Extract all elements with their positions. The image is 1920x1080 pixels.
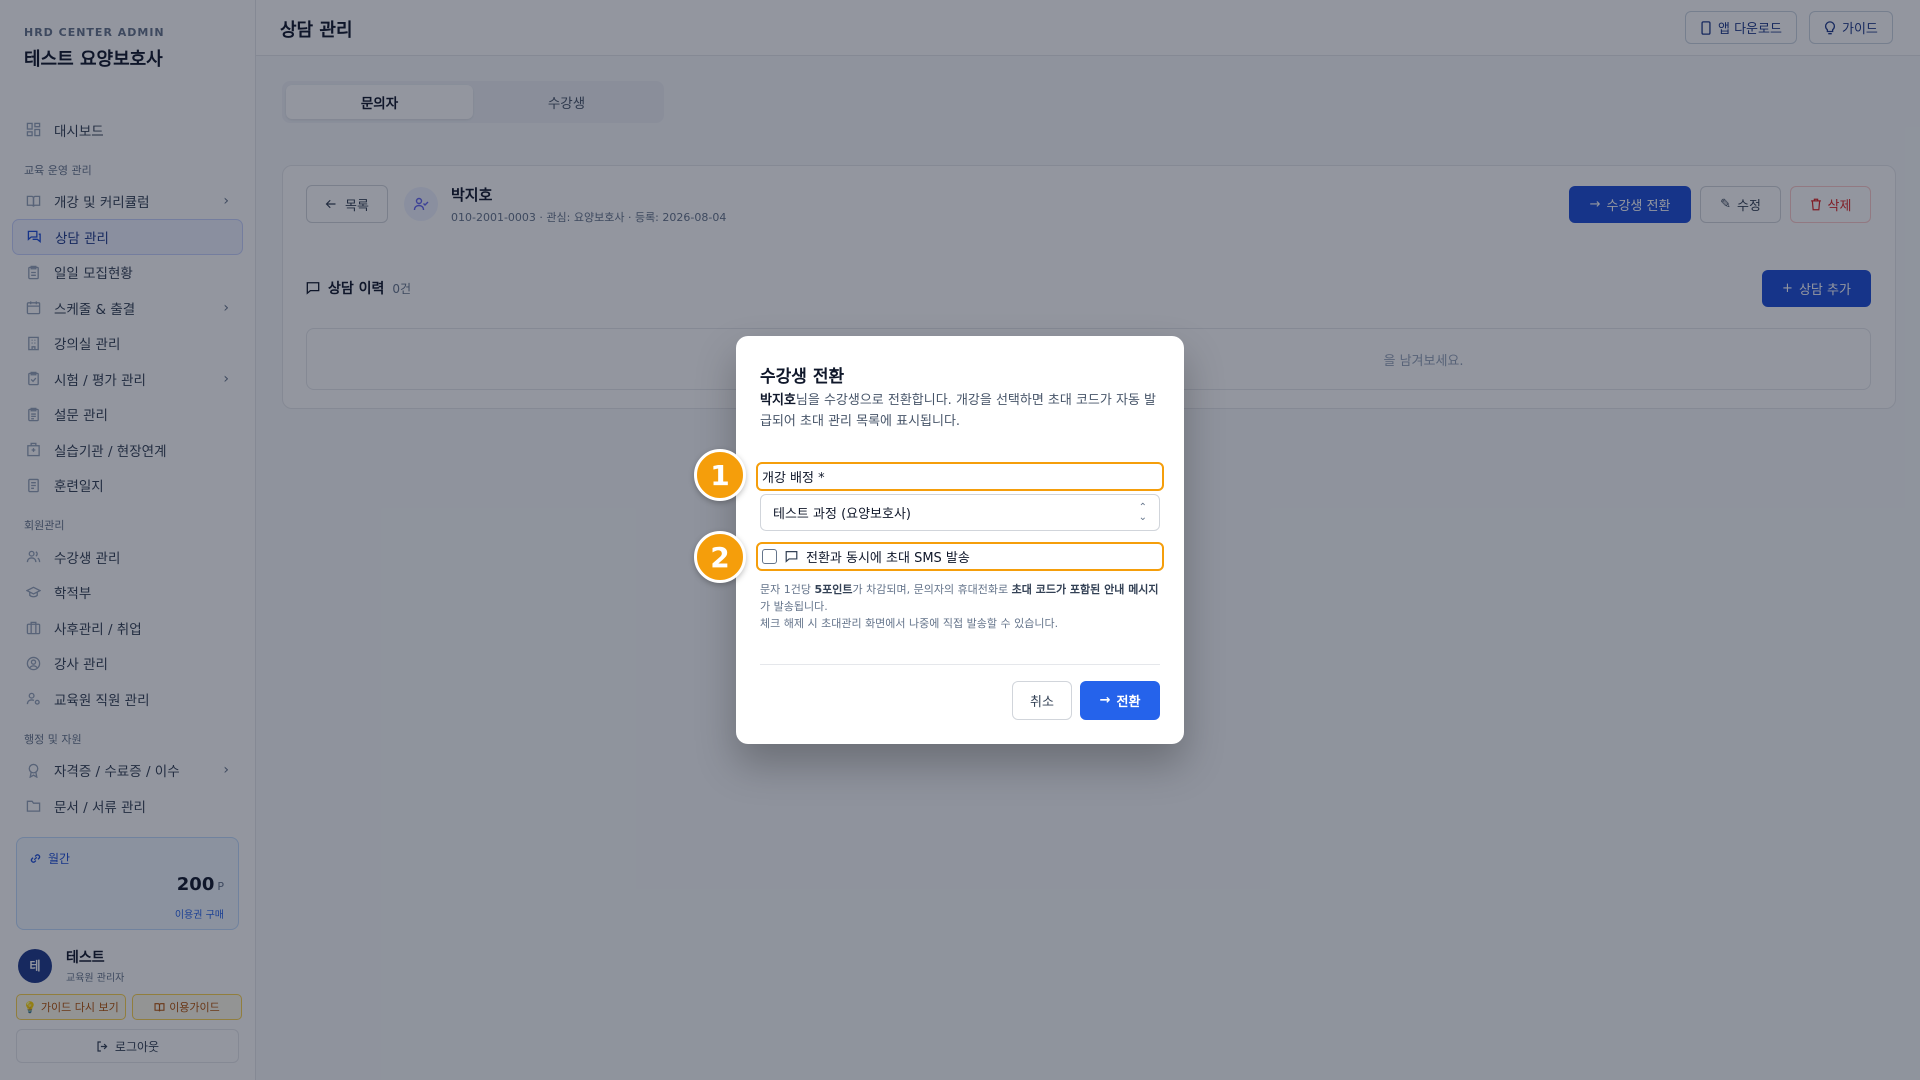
sms-checkbox[interactable] [762, 549, 777, 564]
sms-option-row[interactable]: 전환과 동시에 초대 SMS 발송 [756, 542, 1164, 571]
sms-note: 문자 1건당 5포인트가 차감되며, 문의자의 휴대전화로 초대 코드가 포함된… [760, 583, 1159, 630]
chevron-up-down-icon: ⌃ ⌄ [1138, 502, 1147, 523]
cancel-button[interactable]: 취소 [1012, 681, 1072, 720]
modal-description: 박지호님을 수강생으로 전환합니다. 개강을 선택하면 초대 코드가 자동 발급… [760, 393, 1157, 429]
annotation-marker-1: 1 [694, 449, 746, 501]
annotation-marker-2: 2 [694, 531, 746, 583]
sms-label: 전환과 동시에 초대 SMS 발송 [806, 551, 970, 566]
arrow-right-icon: → [1099, 693, 1111, 708]
modal-divider [760, 664, 1160, 665]
confirm-convert-button[interactable]: → 전환 [1080, 681, 1160, 720]
convert-student-modal: 수강생 전환 박지호님을 수강생으로 전환합니다. 개강을 선택하면 초대 코드… [736, 336, 1184, 744]
course-assign-label: 개강 배정 * [756, 462, 1164, 491]
message-icon [785, 550, 798, 563]
modal-title: 수강생 전환 [760, 367, 845, 387]
course-select[interactable]: 테스트 과정 (요양보호사) ⌃ ⌄ [760, 494, 1160, 531]
